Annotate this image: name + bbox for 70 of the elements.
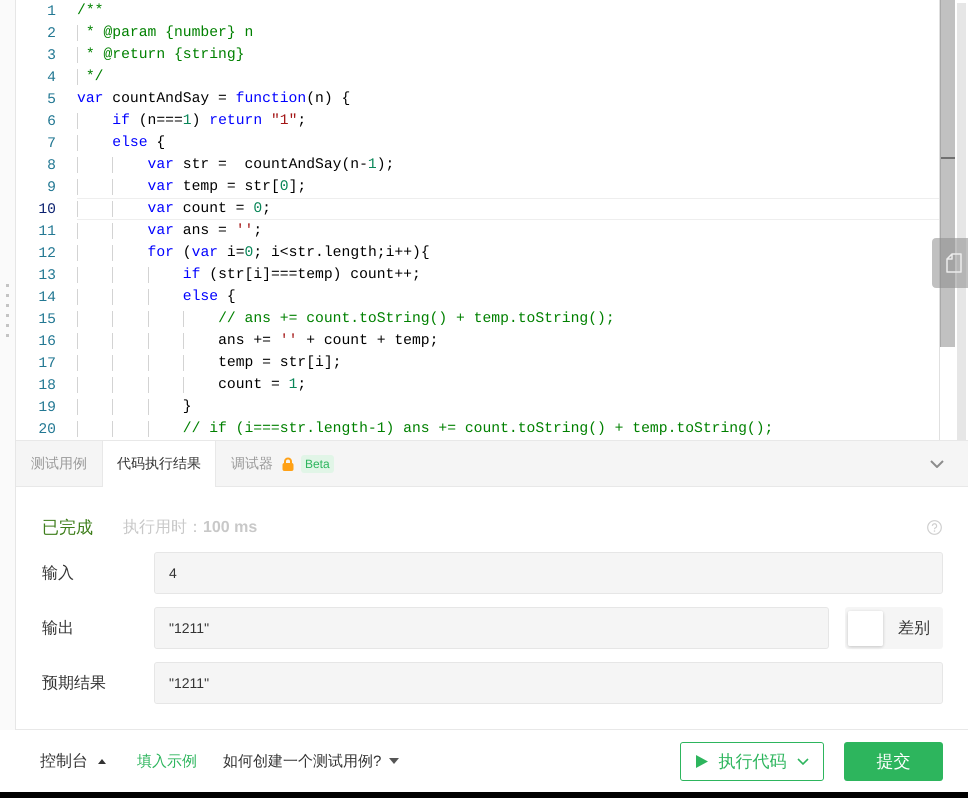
code-line: */ [77, 66, 104, 88]
code-line: // if (i===str.length-1) ans += count.toString() + temp.toString(); [77, 418, 774, 440]
code-line: var ans = ''; [77, 220, 262, 242]
submit-button[interactable]: 提交 [844, 742, 943, 780]
panel-tab[interactable]: 调试器 Beta [216, 441, 349, 487]
line-number: 4 [47, 70, 56, 86]
code-line: var countAndSay = function(n) { [77, 90, 350, 109]
run-code-button[interactable]: 执行代码 [680, 742, 824, 780]
status-text: 已完成 [42, 516, 93, 538]
line-number: 19 [38, 400, 56, 416]
line-number: 5 [47, 92, 56, 108]
file-icon [946, 253, 962, 273]
code-line: var count = 0; [77, 198, 271, 220]
code-line: * @return {string} [77, 44, 244, 66]
code-line: if (str[i]===temp) count++; [77, 264, 421, 286]
line-number: 1 [47, 4, 56, 20]
result-field: "1211" [154, 662, 943, 704]
code-line: temp = str[i]; [77, 352, 342, 374]
code-line: else { [77, 132, 166, 154]
page-scrollbar[interactable] [957, 3, 966, 440]
chevron-down-icon [796, 758, 808, 764]
drag-handle-icon[interactable] [6, 284, 9, 337]
code-line: * @param {number} n [77, 22, 254, 44]
line-number: 9 [47, 180, 56, 196]
code-line: ans += '' + count + temp; [77, 330, 438, 352]
code-line: else { [77, 286, 236, 308]
line-number: 12 [38, 246, 56, 262]
field-label: 输入 [42, 564, 74, 584]
panel-tab[interactable]: 代码执行结果 [102, 441, 216, 487]
code-line: // ans += count.toString() + temp.toString(); [77, 308, 615, 330]
code-line: var str = countAndSay(n-1); [77, 154, 394, 176]
console-button[interactable]: 控制台 [40, 750, 106, 772]
result-field: 4 [154, 552, 943, 594]
code-line: for (var i=0; i<str.length;i++){ [77, 242, 430, 264]
panel-tab[interactable]: 测试用例 [16, 441, 102, 487]
line-number: 3 [47, 48, 56, 64]
code-line: count = 1; [77, 374, 306, 396]
line-number: 8 [47, 158, 56, 174]
fill-example-link[interactable]: 填入示例 [137, 752, 197, 770]
line-number: 14 [38, 290, 56, 306]
line-number: 2 [47, 26, 56, 42]
line-number: 13 [38, 268, 56, 284]
help-icon[interactable] [927, 520, 942, 534]
line-number: 17 [38, 356, 56, 372]
toggle-knob[interactable] [848, 610, 883, 646]
code-line: } [77, 396, 192, 418]
result-field: "1211" [154, 607, 829, 649]
caret-down-icon [389, 758, 400, 764]
line-number: 11 [38, 224, 56, 240]
line-number: 15 [38, 312, 56, 328]
line-number: 16 [38, 334, 56, 350]
chevron-down-icon [930, 460, 944, 468]
line-number: 10 [38, 202, 56, 218]
line-number: 18 [38, 378, 56, 394]
field-label: 预期结果 [42, 674, 106, 694]
help-link[interactable]: 如何创建一个测试用例? [223, 752, 400, 770]
line-number: 20 [38, 422, 56, 438]
beta-badge: Beta [301, 455, 334, 473]
line-number: 7 [47, 136, 56, 152]
code-line: if (n===1) return "1"; [77, 110, 306, 132]
play-icon [696, 754, 708, 768]
code-line: /** [77, 2, 104, 21]
editor-scrollbar[interactable] [939, 0, 955, 440]
scrollbar-thumb[interactable] [940, 0, 955, 347]
diff-toggle[interactable]: 差别 [845, 607, 943, 649]
side-tab-button[interactable] [932, 238, 968, 288]
field-label: 输出 [42, 618, 74, 638]
caret-up-icon [98, 758, 106, 764]
line-number: 6 [47, 114, 56, 130]
code-line: var temp = str[0]; [77, 176, 306, 198]
